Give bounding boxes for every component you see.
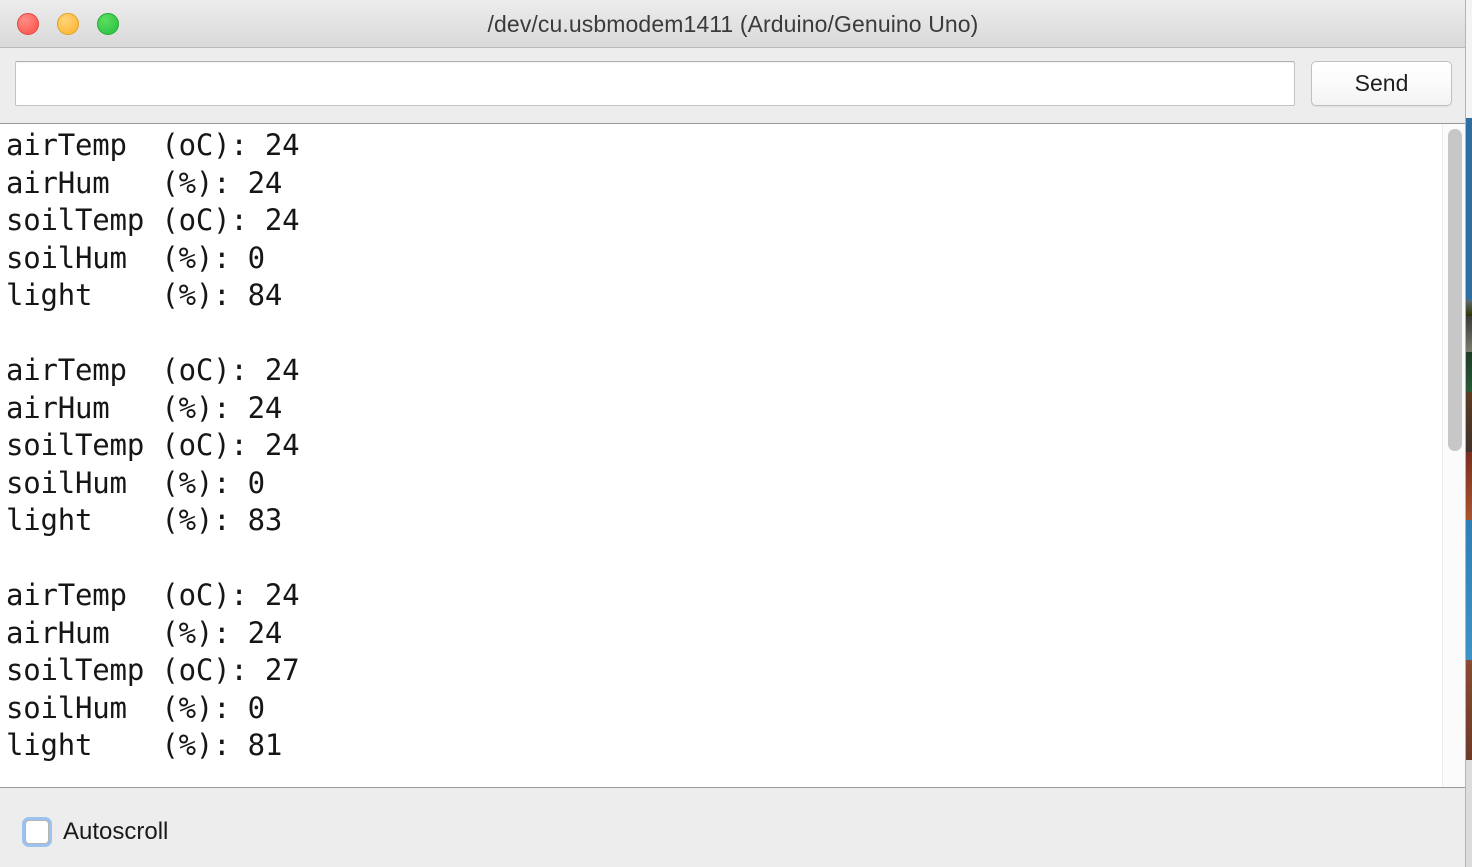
send-row: Send xyxy=(0,49,1465,121)
send-button[interactable]: Send xyxy=(1311,61,1452,106)
autoscroll-checkbox-group[interactable]: Autoscroll xyxy=(25,817,168,847)
bottom-toolbar: Autoscroll Both NL & CR 9600 baud Clear … xyxy=(0,789,1465,867)
close-button[interactable] xyxy=(17,13,39,35)
output-scrollbar[interactable] xyxy=(1442,124,1465,787)
output-scrollbar-thumb[interactable] xyxy=(1448,129,1462,451)
window-title: /dev/cu.usbmodem1411 (Arduino/Genuino Un… xyxy=(487,11,979,37)
maximize-button[interactable] xyxy=(97,13,119,35)
title-bar: /dev/cu.usbmodem1411 (Arduino/Genuino Un… xyxy=(0,0,1465,48)
autoscroll-label: Autoscroll xyxy=(63,818,169,845)
serial-output-text: airTemp (oC): 24 airHum (%): 24 soilTemp… xyxy=(6,128,300,762)
desktop-background-sliver xyxy=(1466,0,1472,867)
autoscroll-checkbox[interactable] xyxy=(25,820,49,844)
minimize-button[interactable] xyxy=(57,13,79,35)
serial-output-area[interactable]: airTemp (oC): 24 airHum (%): 24 soilTemp… xyxy=(0,123,1465,788)
serial-monitor-window: /dev/cu.usbmodem1411 (Arduino/Genuino Un… xyxy=(0,0,1466,867)
serial-send-input[interactable] xyxy=(15,61,1295,106)
